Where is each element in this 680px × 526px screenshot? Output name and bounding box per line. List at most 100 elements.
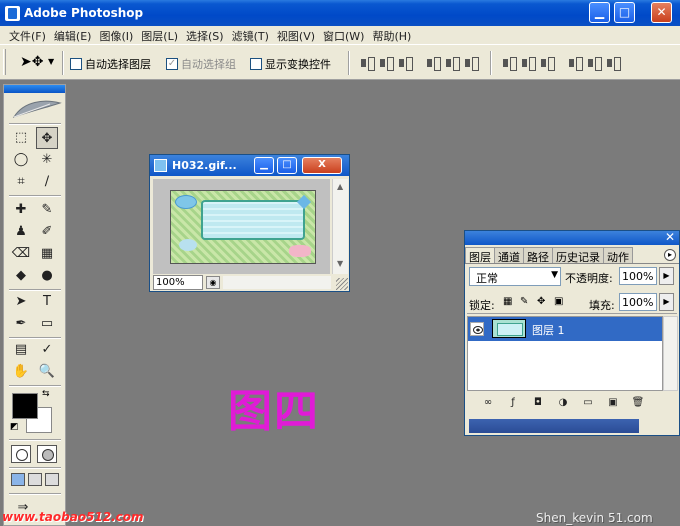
align-right-icon[interactable] bbox=[464, 56, 479, 71]
new-layer-icon[interactable]: ▣ bbox=[606, 397, 620, 409]
auto-select-layer-option[interactable]: 自动选择图层 bbox=[70, 56, 151, 72]
document-horizontal-scrollbar[interactable] bbox=[223, 276, 331, 289]
palette-menu-icon[interactable]: ▸ bbox=[664, 249, 676, 261]
auto-select-group-option[interactable]: ✓ 自动选择组 bbox=[166, 56, 236, 72]
healing-brush-tool-icon[interactable]: ✚ bbox=[10, 199, 32, 221]
adjustment-layer-icon[interactable]: ◑ bbox=[556, 397, 570, 409]
scroll-up-icon[interactable]: ▲ bbox=[337, 182, 343, 191]
menu-help[interactable]: 帮助(H) bbox=[369, 26, 416, 44]
align-vcenter-icon[interactable] bbox=[379, 56, 394, 71]
hand-tool-icon[interactable]: ✋ bbox=[10, 361, 32, 383]
eye-icon[interactable] bbox=[470, 322, 484, 336]
delete-layer-icon[interactable]: 🗑 bbox=[631, 397, 645, 409]
document-titlebar[interactable]: H032.gif... ▁ □ X bbox=[150, 155, 349, 176]
maximize-button[interactable]: □ bbox=[614, 2, 635, 23]
fill-slider-icon[interactable]: ▶ bbox=[659, 293, 674, 311]
blend-mode-select[interactable]: 正常 ▼ bbox=[469, 267, 561, 286]
swap-colors-icon[interactable]: ⇆ bbox=[42, 389, 52, 399]
menu-window[interactable]: 窗口(W) bbox=[320, 26, 369, 44]
eraser-tool-icon[interactable]: ⌫ bbox=[10, 243, 32, 265]
align-left-icon[interactable] bbox=[426, 56, 441, 71]
distribute-hcenter-icon[interactable] bbox=[587, 56, 602, 71]
minimize-button[interactable]: ▁ bbox=[589, 2, 610, 23]
path-selection-tool-icon[interactable]: ➤ bbox=[10, 291, 32, 313]
auto-select-layer-checkbox[interactable] bbox=[70, 58, 82, 70]
menu-file[interactable]: 文件(F) bbox=[6, 26, 51, 44]
zoom-level-field[interactable]: 100% bbox=[153, 275, 203, 290]
fullscreen-menu-mode-button[interactable] bbox=[28, 473, 42, 486]
quick-mask-mode-button[interactable] bbox=[37, 445, 57, 463]
zoom-tool-icon[interactable]: 🔍 bbox=[36, 361, 58, 383]
distribute-top-icon[interactable] bbox=[502, 56, 517, 71]
layer-mask-icon[interactable]: ◘ bbox=[531, 397, 545, 409]
dodge-tool-icon[interactable]: ● bbox=[36, 265, 58, 287]
move-tool-icon[interactable]: ✥ bbox=[36, 127, 58, 149]
move-tool-icon[interactable]: ➤✥ bbox=[20, 54, 43, 70]
slice-tool-icon[interactable]: ∕ bbox=[36, 171, 58, 193]
toolbox-header[interactable] bbox=[4, 85, 65, 93]
fullscreen-mode-button[interactable] bbox=[45, 473, 59, 486]
lock-all-icon[interactable]: ▣ bbox=[554, 296, 563, 307]
layer-row[interactable]: 图层 1 bbox=[468, 317, 662, 341]
tab-layers[interactable]: 图层 bbox=[465, 247, 495, 263]
layers-scrollbar[interactable] bbox=[663, 316, 678, 391]
tab-history[interactable]: 历史记录 bbox=[552, 247, 604, 263]
distribute-bottom-icon[interactable] bbox=[540, 56, 555, 71]
document-close-button[interactable]: X bbox=[302, 157, 342, 174]
align-hcenter-icon[interactable] bbox=[445, 56, 460, 71]
tab-paths[interactable]: 路径 bbox=[523, 247, 553, 263]
tool-preset-dropdown-icon[interactable]: ▼ bbox=[48, 57, 54, 66]
opacity-slider-icon[interactable]: ▶ bbox=[659, 267, 674, 285]
distribute-left-icon[interactable] bbox=[568, 56, 583, 71]
blur-tool-icon[interactable]: ◆ bbox=[10, 265, 32, 287]
history-brush-tool-icon[interactable]: ✐ bbox=[36, 221, 58, 243]
notes-tool-icon[interactable]: ▤ bbox=[10, 339, 32, 361]
distribute-right-icon[interactable] bbox=[606, 56, 621, 71]
crop-tool-icon[interactable]: ⌗ bbox=[10, 171, 32, 193]
document-maximize-button[interactable]: □ bbox=[277, 157, 297, 174]
menu-edit[interactable]: 编辑(E) bbox=[51, 26, 97, 44]
show-transform-option[interactable]: 显示变换控件 bbox=[250, 56, 331, 72]
document-icon[interactable] bbox=[154, 159, 167, 172]
marquee-tool-icon[interactable]: ⬚ bbox=[10, 127, 32, 149]
document-canvas[interactable] bbox=[153, 179, 330, 274]
align-bottom-icon[interactable] bbox=[398, 56, 413, 71]
fill-input[interactable]: 100% bbox=[619, 293, 657, 311]
new-group-icon[interactable]: ▭ bbox=[581, 397, 595, 409]
lasso-tool-icon[interactable]: ◯ bbox=[10, 149, 32, 171]
document-minimize-button[interactable]: ▁ bbox=[254, 157, 274, 174]
menu-select[interactable]: 选择(S) bbox=[183, 26, 229, 44]
palette-close-icon[interactable]: ✕ bbox=[665, 230, 675, 244]
foreground-color-swatch[interactable] bbox=[12, 393, 38, 419]
default-colors-icon[interactable]: ◩ bbox=[10, 422, 20, 432]
options-bar-grip[interactable] bbox=[3, 49, 6, 75]
lock-image-icon[interactable]: ✎ bbox=[520, 296, 528, 307]
lock-transparency-icon[interactable]: ▦ bbox=[503, 296, 512, 307]
eyedropper-tool-icon[interactable]: ✓ bbox=[36, 339, 58, 361]
photoshop-app-icon[interactable] bbox=[5, 6, 20, 21]
close-button[interactable]: ✕ bbox=[651, 2, 672, 23]
pen-tool-icon[interactable]: ✒ bbox=[10, 313, 32, 335]
standard-mode-button[interactable] bbox=[11, 445, 31, 463]
link-layers-icon[interactable]: ∞ bbox=[481, 397, 495, 409]
lock-position-icon[interactable]: ✥ bbox=[537, 296, 545, 307]
menu-layer[interactable]: 图层(L) bbox=[138, 26, 183, 44]
magic-wand-tool-icon[interactable]: ✳ bbox=[36, 149, 58, 171]
align-top-icon[interactable] bbox=[360, 56, 375, 71]
layer-style-icon[interactable]: ƒ bbox=[506, 397, 520, 409]
tab-actions[interactable]: 动作 bbox=[603, 247, 633, 263]
shape-tool-icon[interactable]: ▭ bbox=[36, 313, 58, 335]
resize-grip[interactable] bbox=[336, 278, 348, 290]
tab-channels[interactable]: 通道 bbox=[494, 247, 524, 263]
gradient-tool-icon[interactable]: ▦ bbox=[36, 243, 58, 265]
type-tool-icon[interactable]: T bbox=[36, 291, 58, 313]
scroll-down-icon[interactable]: ▼ bbox=[337, 259, 343, 268]
status-menu-icon[interactable]: ◉ bbox=[206, 276, 220, 289]
clone-stamp-tool-icon[interactable]: ♟ bbox=[10, 221, 32, 243]
document-vertical-scrollbar[interactable]: ▲ ▼ bbox=[332, 179, 348, 274]
menu-filter[interactable]: 滤镜(T) bbox=[229, 26, 274, 44]
menu-view[interactable]: 视图(V) bbox=[274, 26, 320, 44]
show-transform-checkbox[interactable] bbox=[250, 58, 262, 70]
menu-image[interactable]: 图像(I) bbox=[96, 26, 138, 44]
standard-screen-mode-button[interactable] bbox=[11, 473, 25, 486]
